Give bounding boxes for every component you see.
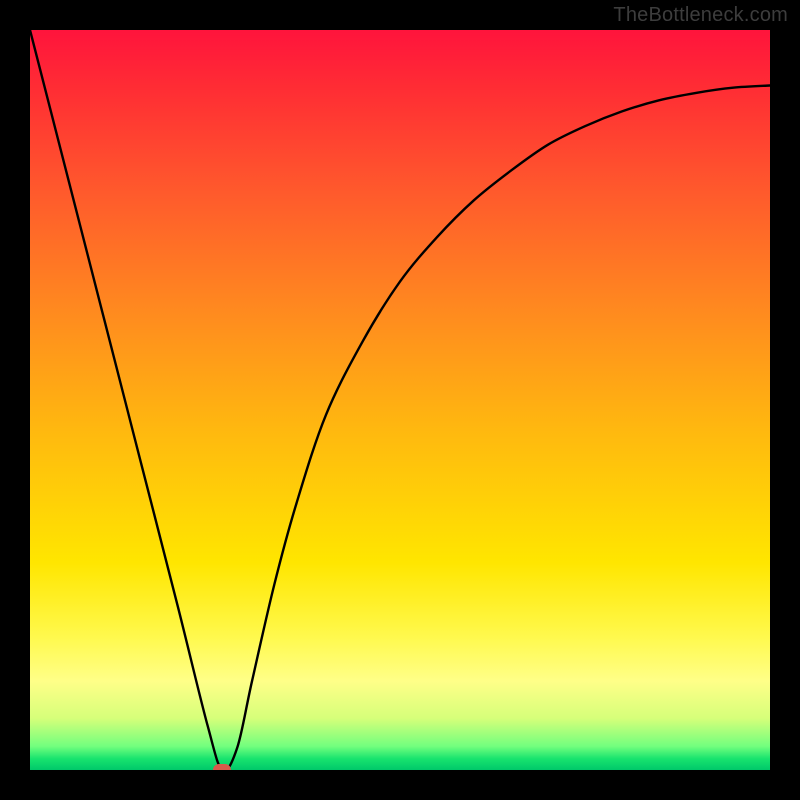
chart-frame: TheBottleneck.com <box>0 0 800 800</box>
attribution-link[interactable]: TheBottleneck.com <box>613 4 788 27</box>
plot-area <box>30 30 770 770</box>
minimum-marker <box>213 764 231 770</box>
bottleneck-curve <box>30 30 770 770</box>
